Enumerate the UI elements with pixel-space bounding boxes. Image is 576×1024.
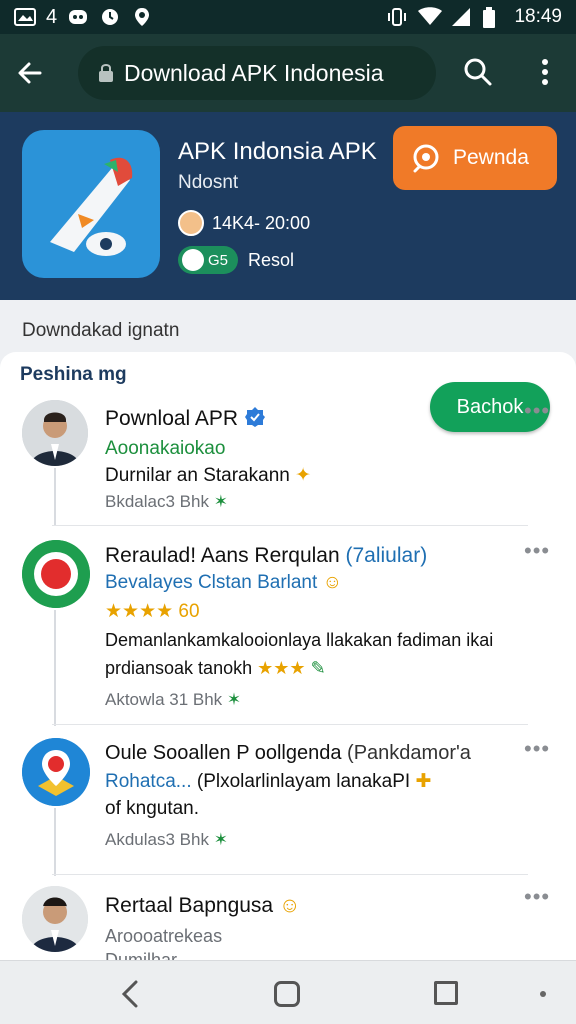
system-nav-bar bbox=[0, 960, 576, 1024]
avatar bbox=[22, 540, 90, 608]
avatar bbox=[22, 738, 90, 806]
status-badge-label: G5 bbox=[208, 251, 229, 269]
recents-button[interactable] bbox=[434, 981, 458, 1005]
nav-back-button[interactable] bbox=[118, 979, 142, 1014]
item-line-2: of kngutan. bbox=[105, 798, 200, 819]
list-item[interactable]: Oule Sooallen P oollgenda (Pankdamor'a R… bbox=[0, 736, 576, 876]
item-line-1: Aoonakaiokao bbox=[105, 438, 226, 459]
record-icon bbox=[22, 540, 90, 608]
sparkle-icon: ✶ bbox=[213, 492, 228, 511]
back-button[interactable] bbox=[0, 34, 60, 112]
more-vertical-icon bbox=[542, 59, 548, 85]
item-line-1: Rohatca... (Plxolarlinlayam lanakaPI ✚ bbox=[105, 771, 432, 792]
item-meta: Bkdalac3 Bhk ✶ bbox=[105, 492, 228, 511]
vibrate-icon bbox=[386, 7, 408, 27]
sparkle-icon: ✦ bbox=[295, 465, 312, 486]
url-text: Download APK Indonesia bbox=[124, 59, 384, 86]
browser-toolbar: Download APK Indonesia bbox=[0, 34, 576, 112]
item-meta: Aktowla 31 Bhk ✶ bbox=[105, 690, 242, 709]
avatar bbox=[178, 210, 204, 236]
thread-line bbox=[54, 610, 56, 726]
item-rating: ★★★★ 60 bbox=[105, 601, 200, 622]
item-title: Reraulad! Aans Rerqulan (7aliular) bbox=[105, 544, 428, 567]
item-title: Oule Sooallen P oollgenda (Pankdamor'a bbox=[105, 742, 471, 764]
list-panel: Peshina mg Bachok Pownloal APR Aoonakaio… bbox=[0, 352, 576, 1024]
verified-icon bbox=[244, 407, 265, 427]
wifi-icon bbox=[418, 7, 443, 27]
avatar bbox=[22, 400, 88, 466]
person-icon bbox=[22, 886, 88, 952]
divider bbox=[52, 724, 528, 725]
map-pin-icon bbox=[22, 738, 90, 806]
app-subtitle: Ndosnt bbox=[178, 172, 239, 193]
smile-icon: ☺ bbox=[322, 572, 342, 593]
list-item[interactable]: Reraulad! Aans Rerqulan (7aliular) Beval… bbox=[0, 538, 576, 726]
item-line-1: Aroooatrekeas bbox=[105, 926, 223, 946]
sparkle-icon: ✶ bbox=[213, 830, 228, 849]
arrow-left-icon bbox=[18, 62, 42, 84]
item-line-3: prdiansoak tanokh ★★★ ✎ bbox=[105, 658, 326, 678]
clock-icon bbox=[99, 7, 121, 27]
more-options-icon[interactable]: ••• bbox=[524, 884, 550, 910]
divider bbox=[52, 525, 528, 526]
panel-title: Peshina mg bbox=[20, 364, 127, 385]
search-icon bbox=[464, 58, 492, 86]
app-meta-row: 14K4- 20:00 bbox=[178, 210, 310, 236]
item-line-2: Demanlankamkalooionlaya llakakan fadiman… bbox=[105, 630, 494, 650]
pencil-icon: ✎ bbox=[310, 658, 326, 678]
more-options-icon[interactable]: ••• bbox=[524, 538, 550, 564]
game-icon bbox=[67, 7, 89, 27]
chevron-left-icon bbox=[121, 980, 138, 1008]
item-title: Pownloal APR bbox=[105, 406, 266, 431]
list-item[interactable]: Pownloal APR Aoonakaiokao Durnilar an St… bbox=[0, 398, 576, 526]
download-button[interactable]: Pewnda bbox=[393, 126, 557, 190]
overflow-menu-button[interactable] bbox=[533, 56, 557, 93]
status-badge: G5 bbox=[178, 246, 239, 274]
url-field[interactable]: Download APK Indonesia bbox=[78, 46, 436, 100]
location-icon bbox=[131, 7, 153, 27]
more-options-icon[interactable]: ••• bbox=[524, 736, 550, 762]
avatar bbox=[22, 886, 88, 952]
nav-dot-icon bbox=[540, 991, 546, 997]
app-logo-icon bbox=[50, 157, 133, 256]
star-rating: ★★★★ bbox=[105, 601, 174, 622]
smile-icon: ☺ bbox=[278, 894, 301, 917]
notification-icon bbox=[14, 7, 36, 27]
download-button-label: Pewnda bbox=[453, 146, 529, 169]
app-header-card: APK Indonsia APK Ndosnt 14K4- 20:00 G5 R… bbox=[0, 112, 576, 300]
status-time: 18:49 bbox=[514, 6, 562, 27]
content-section: Downdakad ignatn Peshina mg Bachok Pownl… bbox=[0, 300, 576, 1024]
home-button[interactable] bbox=[274, 981, 300, 1007]
screen: 4 18:49 Download APK Indonesia APK Indon… bbox=[0, 0, 576, 1024]
status-number: 4 bbox=[46, 5, 58, 28]
status-bar: 4 18:49 bbox=[0, 0, 576, 34]
app-icon[interactable] bbox=[22, 130, 160, 278]
item-meta: Akdulas3 Bhk ✶ bbox=[105, 830, 228, 849]
battery-icon bbox=[482, 7, 504, 28]
item-line-2: Durnilar an Starakann ✦ bbox=[105, 465, 312, 486]
search-button[interactable] bbox=[462, 56, 494, 93]
thread-line bbox=[54, 468, 56, 526]
sticker-icon: ✚ bbox=[415, 771, 432, 792]
app-title: APK Indonsia APK bbox=[178, 138, 377, 165]
item-title: Rertaal Bapngusa ☺ bbox=[105, 894, 301, 917]
chat-icon bbox=[413, 144, 439, 173]
item-line-1: Bevalayes Clstan Barlant ☺ bbox=[105, 572, 342, 593]
leaf-icon bbox=[182, 249, 204, 271]
signal-icon bbox=[450, 7, 472, 27]
app-tag-row: G5 Resol bbox=[178, 246, 294, 274]
thread-line bbox=[54, 808, 56, 876]
app-meta-label: Resol bbox=[248, 249, 295, 270]
more-options-icon[interactable]: ••• bbox=[524, 398, 550, 424]
lock-icon bbox=[99, 64, 113, 82]
person-icon bbox=[22, 400, 88, 466]
divider bbox=[52, 874, 528, 875]
section-header: Downdakad ignatn bbox=[22, 320, 180, 341]
sparkle-icon: ✶ bbox=[226, 690, 242, 709]
app-meta-time: 14K4- 20:00 bbox=[212, 212, 311, 233]
